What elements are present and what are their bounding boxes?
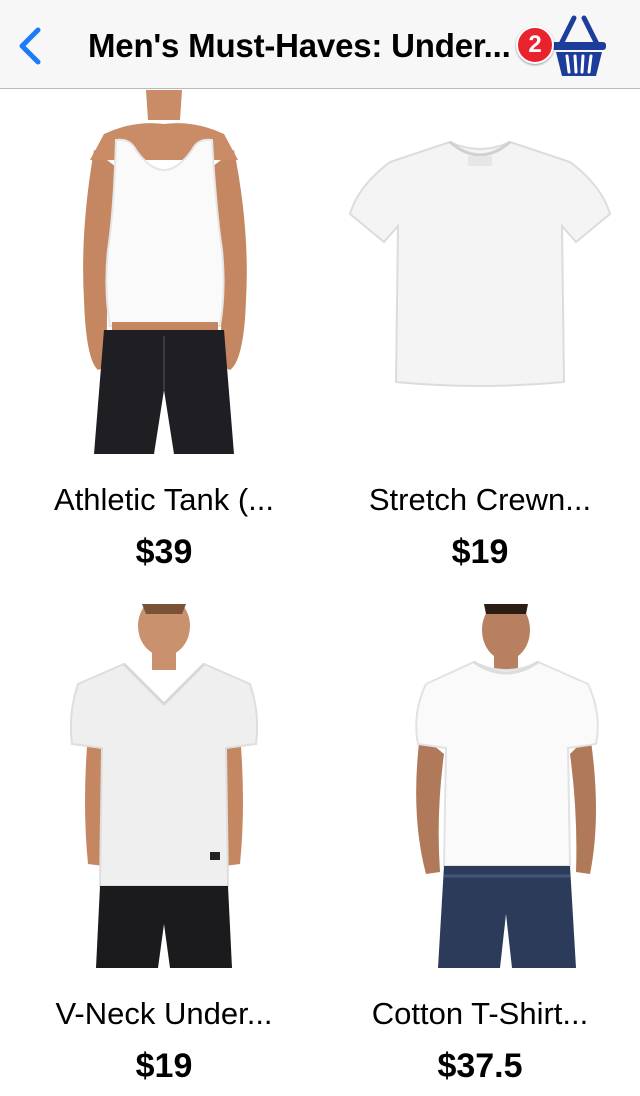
- back-button[interactable]: [8, 22, 52, 70]
- product-price: $39: [135, 533, 193, 571]
- product-image: [340, 604, 620, 968]
- product-card[interactable]: Stretch Crewn... $19: [316, 90, 636, 614]
- product-image: [24, 90, 304, 454]
- product-name: V-Neck Under...: [55, 996, 273, 1031]
- page-title: Men's Must-Haves: Under...: [88, 27, 511, 64]
- product-name: Athletic Tank (...: [54, 482, 274, 517]
- product-price: $37.5: [437, 1047, 523, 1085]
- product-card[interactable]: V-Neck Under... $19: [0, 604, 320, 1096]
- product-grid: Athletic Tank (... $39 Stretch Crewn... …: [0, 90, 640, 1096]
- product-name: Stretch Crewn...: [368, 482, 592, 517]
- cart-count-badge: 2: [516, 26, 554, 64]
- product-card[interactable]: Cotton T-Shirt... $37.5: [316, 604, 636, 1096]
- product-image: [340, 90, 620, 454]
- navigation-bar: Men's Must-Haves: Under... 2: [0, 0, 640, 89]
- product-image: [24, 604, 304, 968]
- product-price: $19: [451, 533, 509, 571]
- product-name: Cotton T-Shirt...: [371, 996, 589, 1031]
- product-price: $19: [135, 1047, 193, 1085]
- basket-icon: [552, 15, 606, 76]
- product-card[interactable]: Athletic Tank (... $39: [0, 90, 320, 614]
- cart-button[interactable]: 2: [516, 8, 610, 78]
- chevron-left-icon: [19, 27, 41, 65]
